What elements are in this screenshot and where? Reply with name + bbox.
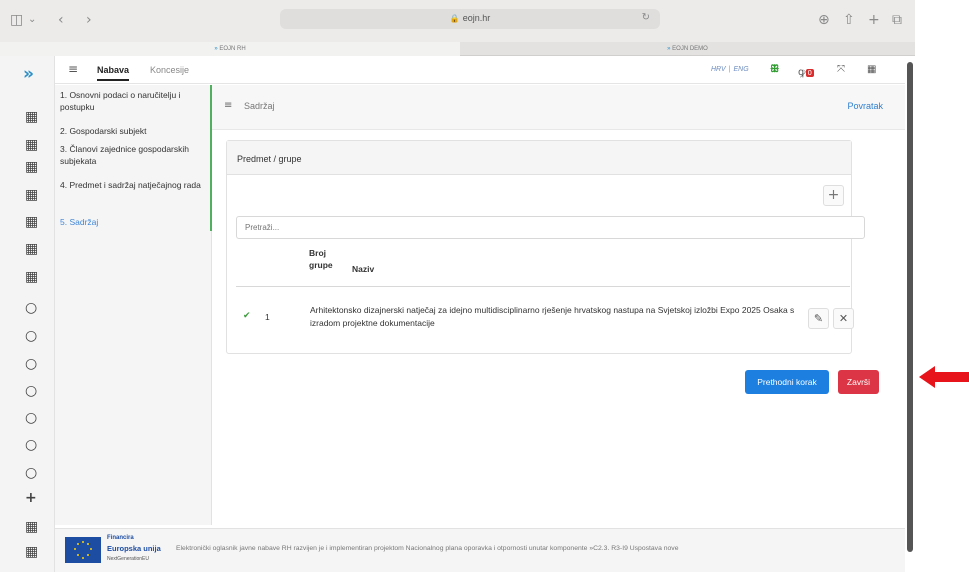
tab-favicon-icon: »: [214, 46, 218, 52]
circle-icon[interactable]: ○: [25, 328, 37, 344]
back-link[interactable]: Povratak: [847, 101, 883, 111]
notification-badge: 0: [805, 69, 814, 77]
column-header-broj-line2: grupe: [309, 260, 333, 270]
lock-icon: 🔒: [449, 14, 460, 23]
check-icon: ✔: [243, 311, 251, 321]
reload-icon[interactable]: ↻: [642, 12, 650, 23]
step-3[interactable]: 3. Članovi zajednice gospodarskih subjek…: [60, 143, 208, 167]
grid-icon[interactable]: ▦: [25, 269, 38, 285]
new-tab-icon[interactable]: +: [868, 12, 880, 28]
circle-icon[interactable]: ○: [25, 356, 37, 372]
top-navigation: ≡ Nabava Koncesije HRV | ENG ꕥ ꝙ0 ⤧ ▦: [55, 56, 905, 84]
app-main: ≡ Nabava Koncesije HRV | ENG ꕥ ꝙ0 ⤧ ▦ 1. O…: [55, 56, 905, 572]
grid-icon[interactable]: ▦: [25, 519, 38, 535]
wrench-icon[interactable]: ✎: [808, 308, 829, 329]
browser-tab-eojn-demo[interactable]: » EOJN DEMO: [460, 42, 915, 56]
circle-icon[interactable]: ○: [25, 410, 37, 426]
step-2[interactable]: 2. Gospodarski subjekt: [60, 125, 208, 137]
footer: Financira Europska unija NextGenerationE…: [55, 528, 905, 572]
browser-tabbar: » EOJN RH » EOJN DEMO: [0, 42, 915, 56]
grid-icon[interactable]: ▦: [25, 159, 38, 175]
circle-icon[interactable]: ○: [25, 465, 37, 481]
previous-step-button[interactable]: Prethodni korak: [745, 370, 829, 394]
sidebar-toggle-icon[interactable]: ◫: [10, 12, 23, 28]
column-header-naziv: Naziv: [352, 264, 375, 274]
grid-icon[interactable]: ▦: [25, 544, 38, 560]
icon-rail: » ▦ ▦ ▦ ▦ ▦ ▦ ▦ ○ ○ ○ ○ ○ ○ ○ + ▦ ▦: [0, 56, 55, 572]
grid-icon[interactable]: ▦: [25, 214, 38, 230]
eu-flag-icon: [65, 537, 101, 563]
page-title: Sadržaj: [244, 101, 275, 111]
apps-grid-icon[interactable]: ▦: [867, 64, 876, 75]
download-icon[interactable]: ⊕: [818, 12, 830, 28]
close-icon[interactable]: ✕: [833, 308, 854, 329]
eojn-logo-icon[interactable]: »: [23, 64, 34, 84]
browser-toolbar: ◫ ⌄ ‹ › 🔒 eojn.hr ↻ ⊕ ⇧ + ⧉: [0, 0, 915, 42]
grid-icon[interactable]: ▦: [25, 187, 38, 203]
search-input[interactable]: [236, 216, 865, 239]
step-4[interactable]: 4. Predmet i sadržaj natječajnog rada: [60, 179, 208, 191]
panel-title: Predmet / grupe: [237, 154, 302, 164]
browser-tab-eojn-rh[interactable]: » EOJN RH: [0, 42, 460, 56]
address-bar[interactable]: 🔒 eojn.hr ↻: [280, 9, 660, 29]
users-icon[interactable]: ꕥ: [770, 64, 779, 75]
tab-label: EOJN RH: [219, 46, 246, 52]
table-header-divider: [236, 286, 850, 287]
menu-icon[interactable]: ≡: [68, 62, 78, 76]
add-group-button[interactable]: +: [823, 185, 844, 206]
grid-icon[interactable]: ▦: [25, 137, 38, 153]
eu-nextgeneration: NextGenerationEU: [107, 556, 149, 562]
tab-koncesije[interactable]: Koncesije: [150, 65, 189, 75]
grid-icon[interactable]: ▦: [25, 109, 38, 125]
circle-icon[interactable]: ○: [25, 383, 37, 399]
column-header-broj: Broj grupe: [309, 247, 333, 271]
tabs-overview-icon[interactable]: ⧉: [892, 12, 902, 28]
content-area: ≡ Sadržaj Povratak Predmet / grupe + Bro…: [212, 85, 905, 525]
row-group-number: 1: [265, 312, 270, 322]
step-1[interactable]: 1. Osnovni podaci o naručitelju i postup…: [60, 89, 208, 113]
chevron-down-icon[interactable]: ⌄: [28, 14, 36, 25]
language-switch: HRV | ENG: [711, 66, 749, 73]
eu-europska-unija: Europska unija: [107, 544, 161, 553]
fullscreen-icon[interactable]: ⤧: [837, 64, 845, 75]
step-5[interactable]: 5. Sadržaj: [60, 216, 208, 228]
circle-icon[interactable]: ○: [25, 300, 37, 316]
page-scrollbar[interactable]: [907, 62, 913, 552]
forward-icon[interactable]: ›: [86, 12, 92, 28]
row-group-name: Arhitektonsko dizajnerski natječaj za id…: [310, 305, 795, 328]
plus-icon[interactable]: +: [25, 490, 37, 506]
eu-financira: Financira: [107, 535, 134, 541]
lang-eng[interactable]: ENG: [733, 66, 748, 73]
lang-hrv[interactable]: HRV: [711, 66, 726, 73]
back-icon[interactable]: ‹: [58, 12, 64, 28]
menu-icon[interactable]: ≡: [224, 100, 232, 111]
content-header: ≡ Sadržaj Povratak: [212, 85, 905, 130]
share-icon[interactable]: ⇧: [843, 12, 855, 28]
circle-icon[interactable]: ○: [25, 437, 37, 453]
address-url: eojn.hr: [462, 13, 491, 23]
panel-header: Predmet / grupe: [227, 141, 851, 175]
tab-label: EOJN DEMO: [672, 46, 708, 52]
notifications-icon[interactable]: ꝙ0: [798, 64, 814, 78]
column-header-broj-line1: Broj: [309, 248, 326, 258]
footer-text: Elektronički oglasnik javne nabave RH ra…: [176, 545, 679, 552]
annotation-arrow-icon: [919, 366, 969, 388]
finish-button[interactable]: Završi: [838, 370, 879, 394]
tab-nabava[interactable]: Nabava: [97, 65, 130, 81]
tab-favicon-icon: »: [667, 46, 671, 52]
wizard-steps: 1. Osnovni podaci o naručitelju i postup…: [55, 85, 212, 525]
grid-icon[interactable]: ▦: [25, 241, 38, 257]
